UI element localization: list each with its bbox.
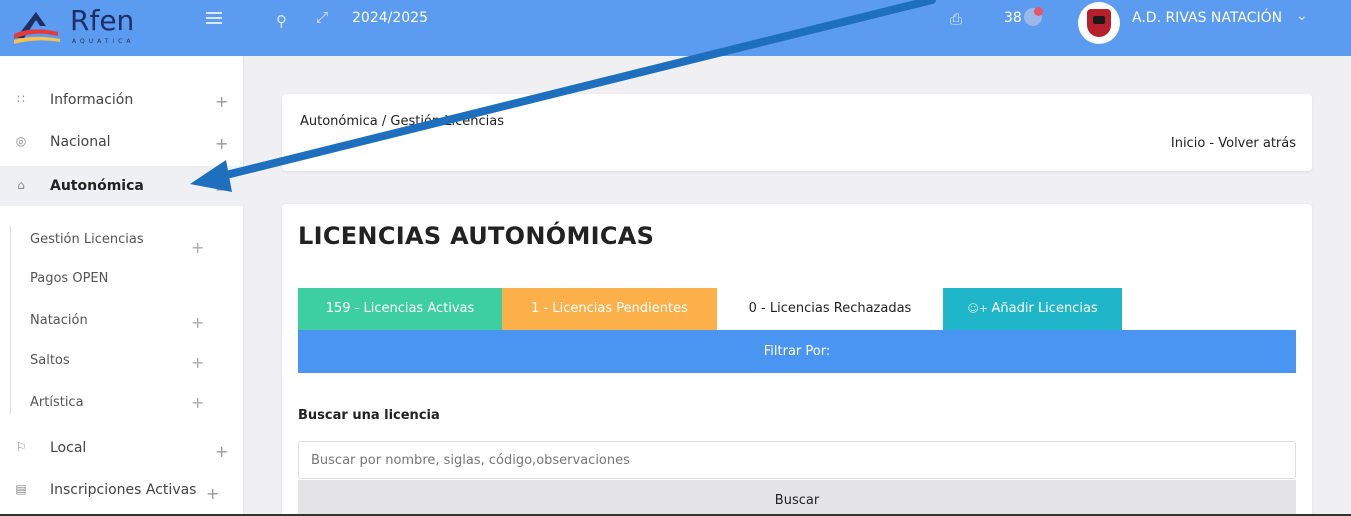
search-input[interactable] [298,441,1296,479]
sidebar-item-nacional[interactable]: ◎ Nacional + [0,122,244,162]
season-label[interactable]: 2024/2025 [352,10,428,26]
expand-plus-icon[interactable]: + [191,313,204,332]
globe-icon: ◎ [15,134,27,148]
expand-plus-icon[interactable]: + [215,134,228,153]
search-button[interactable]: Buscar [298,480,1296,516]
sidebar-subitem-artistica[interactable]: Artística [30,395,84,410]
collapse-minus-icon[interactable]: − [215,180,228,199]
tab-rejected-licenses[interactable]: 0 - Licencias Rechazadas [717,288,943,330]
breadcrumb: Autonómica / Gestión Licencias [300,114,505,129]
sidebar-item-label: Información [50,92,134,108]
sidebar-item-informacion[interactable]: ∷ Información + [0,80,244,120]
breadcrumb-panel: Autonómica / Gestión Licencias Inicio - … [282,94,1312,171]
logo-text: Rfen [70,4,135,37]
submenu-divider [10,226,11,414]
filter-bar[interactable]: Filtrar Por: [298,330,1296,373]
notification-bell-icon[interactable] [1024,7,1043,26]
clipboard-icon: ▤ [15,482,27,496]
fullscreen-icon[interactable]: ⤢ [316,8,328,26]
grid-icon: ∷ [17,92,25,106]
top-bar: Rfen AQUATICA ⚲ ⤢ 2024/2025 ⎙ 38 A.D. RI… [0,0,1351,56]
tab-pending-licenses[interactable]: 1 - Licencias Pendientes [502,288,717,330]
sidebar-subitem-natacion[interactable]: Natación [30,313,88,328]
rfen-logo[interactable]: Rfen AQUATICA [12,4,152,48]
add-licenses-label: Añadir Licencias [991,301,1098,316]
page-title: LICENCIAS AUTONÓMICAS [298,222,655,250]
search-label: Buscar una licencia [298,408,440,423]
sidebar-item-label: Local [50,440,87,456]
sidebar-item-autonomica[interactable]: ⌂ Autonómica − [0,166,244,206]
expand-plus-icon[interactable]: + [191,238,204,257]
chevron-down-icon[interactable]: ⌄ [1296,8,1308,24]
notification-count[interactable]: 38 [1004,10,1022,26]
expand-plus-icon[interactable]: + [206,484,219,503]
sidebar: ∷ Información + ◎ Nacional + ⌂ Autonómic… [0,56,244,516]
add-user-icon: ☺+ [967,302,992,315]
club-avatar[interactable] [1078,2,1120,44]
sidebar-item-label: Inscripciones Activas [50,482,197,498]
sidebar-subitem-pagos-open[interactable]: Pagos OPEN [30,271,108,286]
licenses-panel: LICENCIAS AUTONÓMICAS 159 - Licencias Ac… [282,204,1312,516]
hamburger-menu-icon[interactable] [206,12,222,26]
sidebar-subitem-gestion-licencias[interactable]: Gestión Licencias [30,232,144,247]
print-icon[interactable]: ⎙ [950,10,962,28]
home-icon: ⌂ [17,178,25,192]
logo-subtext: AQUATICA [72,38,135,45]
sidebar-item-local[interactable]: ⚐ Local + [0,428,244,468]
add-licenses-button[interactable]: ☺+ Añadir Licencias [943,288,1122,330]
flag-icon: ⚐ [15,440,27,454]
club-name[interactable]: A.D. RIVAS NATACIÓN [1132,10,1282,26]
back-link[interactable]: Inicio - Volver atrás [1171,136,1296,151]
expand-plus-icon[interactable]: + [191,353,204,372]
logo-mark-icon [14,12,60,44]
tab-active-licenses[interactable]: 159 - Licencias Activas [298,288,502,330]
expand-plus-icon[interactable]: + [215,442,228,461]
expand-plus-icon[interactable]: + [191,393,204,412]
sidebar-subitem-saltos[interactable]: Saltos [30,353,70,368]
search-icon[interactable]: ⚲ [276,12,287,30]
sidebar-item-inscripciones-activas[interactable]: ▤ Inscripciones Activas + [0,470,244,510]
sidebar-item-label: Nacional [50,134,111,150]
sidebar-item-label: Autonómica [50,178,144,194]
expand-plus-icon[interactable]: + [215,92,228,111]
